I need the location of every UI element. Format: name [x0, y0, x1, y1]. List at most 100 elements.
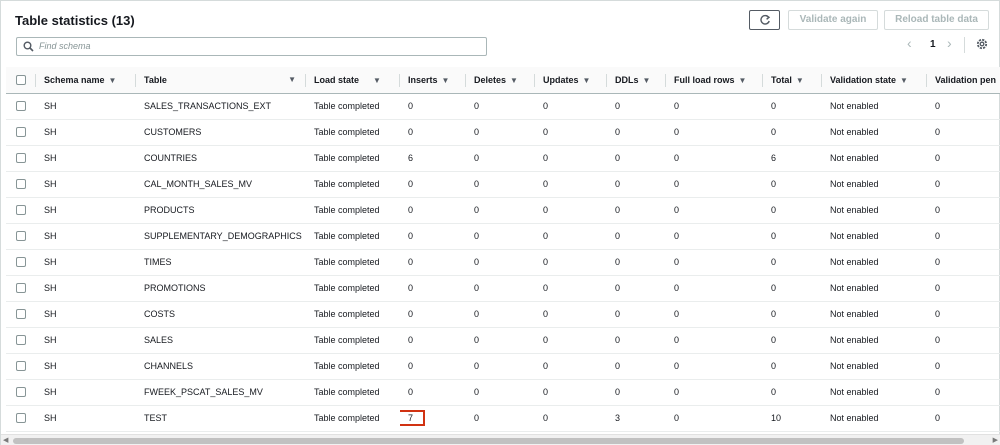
row-checkbox[interactable]: [16, 413, 26, 424]
sort-icon[interactable]: ▼: [109, 76, 117, 85]
column-header-inserts[interactable]: Inserts ▼: [400, 67, 466, 94]
cell-value: 0: [615, 361, 621, 371]
row-checkbox[interactable]: [16, 361, 26, 372]
sort-icon[interactable]: ▼: [510, 76, 518, 85]
column-header-deletes[interactable]: Deletes ▼: [466, 67, 535, 94]
search-input[interactable]: Find schema: [16, 37, 487, 56]
cell-value: 0: [935, 387, 941, 397]
table-cell: Table completed: [306, 301, 400, 328]
table-row[interactable]: SH FWEEK_PSCAT_SALES_MV Table completed 0 0 0…: [6, 379, 1000, 406]
cell-value: Not enabled: [830, 361, 879, 371]
row-checkbox-cell[interactable]: [6, 145, 36, 172]
table-cell: Table completed: [306, 223, 400, 250]
cell-value: SALES: [144, 335, 174, 345]
reload-table-data-button[interactable]: Reload table data: [884, 10, 989, 30]
row-checkbox-cell[interactable]: [6, 275, 36, 302]
row-checkbox-cell[interactable]: [6, 353, 36, 380]
scroll-left-icon[interactable]: ◀: [3, 436, 8, 444]
row-checkbox-cell[interactable]: [6, 327, 36, 354]
cell-value: SUPPLEMENTARY_DEMOGRAPHICS: [144, 231, 302, 241]
row-checkbox[interactable]: [16, 205, 26, 216]
sort-icon[interactable]: ▼: [373, 76, 381, 85]
sort-icon[interactable]: ▼: [739, 76, 747, 85]
column-header-validation-state[interactable]: Validation state ▼: [822, 67, 927, 94]
sort-icon[interactable]: ▼: [643, 76, 651, 85]
column-header-full-load-rows[interactable]: Full load rows ▼: [666, 67, 763, 94]
table-cell: 0: [666, 275, 763, 302]
row-checkbox[interactable]: [16, 127, 26, 138]
table-cell: 0: [666, 93, 763, 120]
horizontal-scrollbar[interactable]: ◀ ▶: [1, 434, 1000, 445]
cell-value: SH: [44, 335, 57, 345]
previous-page-button[interactable]: ‹: [907, 35, 912, 51]
scrollbar-thumb[interactable]: [13, 438, 964, 444]
table-row[interactable]: SH PRODUCTS Table completed 0 0 0 0 0 0 Not enabl…: [6, 197, 1000, 224]
column-header-load-state[interactable]: Load state ▼: [306, 67, 400, 94]
row-checkbox-cell[interactable]: [6, 379, 36, 406]
row-checkbox-cell[interactable]: [6, 197, 36, 224]
table-row[interactable]: SH TEST Table completed 7 0 0 3 0 10 Not enabled 0: [6, 405, 1000, 432]
table-cell: 0: [666, 223, 763, 250]
table-row[interactable]: SH CUSTOMERS Table completed 0 0 0 0 0 0 Not enab…: [6, 119, 1000, 146]
table-cell: 0: [607, 119, 666, 146]
row-checkbox-cell[interactable]: [6, 171, 36, 198]
row-checkbox-cell[interactable]: [6, 301, 36, 328]
row-checkbox-cell[interactable]: [6, 249, 36, 276]
select-all-checkbox[interactable]: [16, 75, 26, 86]
cell-value: CHANNELS: [144, 361, 194, 371]
row-checkbox[interactable]: [16, 179, 26, 190]
table-row[interactable]: SH COUNTRIES Table completed 6 0 0 0 0 6 Not enab…: [6, 145, 1000, 172]
row-checkbox[interactable]: [16, 257, 26, 268]
cell-value: 0: [674, 361, 680, 371]
row-checkbox[interactable]: [16, 231, 26, 242]
row-checkbox-cell[interactable]: [6, 405, 36, 432]
sort-icon[interactable]: ▼: [583, 76, 591, 85]
row-checkbox-cell[interactable]: [6, 119, 36, 146]
sort-icon[interactable]: ▼: [900, 76, 908, 85]
cell-value: 0: [543, 283, 549, 293]
table-row[interactable]: SH PROMOTIONS Table completed 0 0 0 0 0 0 Not ena…: [6, 275, 1000, 302]
table-row[interactable]: SH COSTS Table completed 0 0 0 0 0 0 Not enabled 0: [6, 301, 1000, 328]
column-header-ddls[interactable]: DDLs ▼: [607, 67, 666, 94]
scroll-right-icon[interactable]: ▶: [993, 436, 998, 444]
cell-value: 0: [474, 257, 480, 267]
column-header-table[interactable]: Table ▼: [136, 67, 306, 94]
sort-icon[interactable]: ▼: [288, 75, 296, 84]
table-cell: Table completed: [306, 379, 400, 406]
table-cell: Table completed: [306, 327, 400, 354]
row-checkbox[interactable]: [16, 283, 26, 294]
sort-icon[interactable]: ▼: [796, 76, 804, 85]
table-cell: 0: [927, 119, 1000, 146]
table-cell: 0: [666, 301, 763, 328]
table-row[interactable]: SH SUPPLEMENTARY_DEMOGRAPHICS Table comple…: [6, 223, 1000, 250]
cell-value: SH: [44, 179, 57, 189]
row-checkbox-cell[interactable]: [6, 223, 36, 250]
table-cell: 0: [535, 93, 607, 120]
row-checkbox[interactable]: [16, 101, 26, 112]
row-checkbox[interactable]: [16, 387, 26, 398]
cell-value: CAL_MONTH_SALES_MV: [144, 179, 253, 189]
column-header-updates[interactable]: Updates ▼: [535, 67, 607, 94]
table-row[interactable]: SH CHANNELS Table completed 0 0 0 0 0 0 Not enabl…: [6, 353, 1000, 380]
table-cell: 0: [927, 249, 1000, 276]
table-row[interactable]: SH SALES Table completed 0 0 0 0 0 0 Not enabled 0: [6, 327, 1000, 354]
sort-icon[interactable]: ▼: [442, 76, 450, 85]
table-cell: 0: [607, 301, 666, 328]
table-row[interactable]: SH CAL_MONTH_SALES_MV Table completed 0 0 0 0 0…: [6, 171, 1000, 198]
table-row[interactable]: SH TIMES Table completed 0 0 0 0 0 0 Not enabled 0: [6, 249, 1000, 276]
column-header-validation-pending[interactable]: Validation pen: [927, 67, 1000, 94]
refresh-button[interactable]: [749, 10, 780, 30]
column-header-total[interactable]: Total ▼: [763, 67, 822, 94]
validate-again-button[interactable]: Validate again: [788, 10, 878, 30]
table-row[interactable]: SH SALES_TRANSACTIONS_EXT Table completed 0…: [6, 93, 1000, 120]
row-checkbox[interactable]: [16, 335, 26, 346]
table-cell: Not enabled: [822, 353, 927, 380]
gear-icon[interactable]: [975, 37, 989, 51]
row-checkbox-cell[interactable]: [6, 93, 36, 120]
row-checkbox[interactable]: [16, 153, 26, 164]
next-page-button[interactable]: ›: [947, 35, 952, 51]
select-all-checkbox-cell[interactable]: [6, 67, 36, 94]
column-header-schema-name[interactable]: Schema name ▼: [36, 67, 136, 94]
page-number[interactable]: 1: [930, 39, 936, 50]
row-checkbox[interactable]: [16, 309, 26, 320]
